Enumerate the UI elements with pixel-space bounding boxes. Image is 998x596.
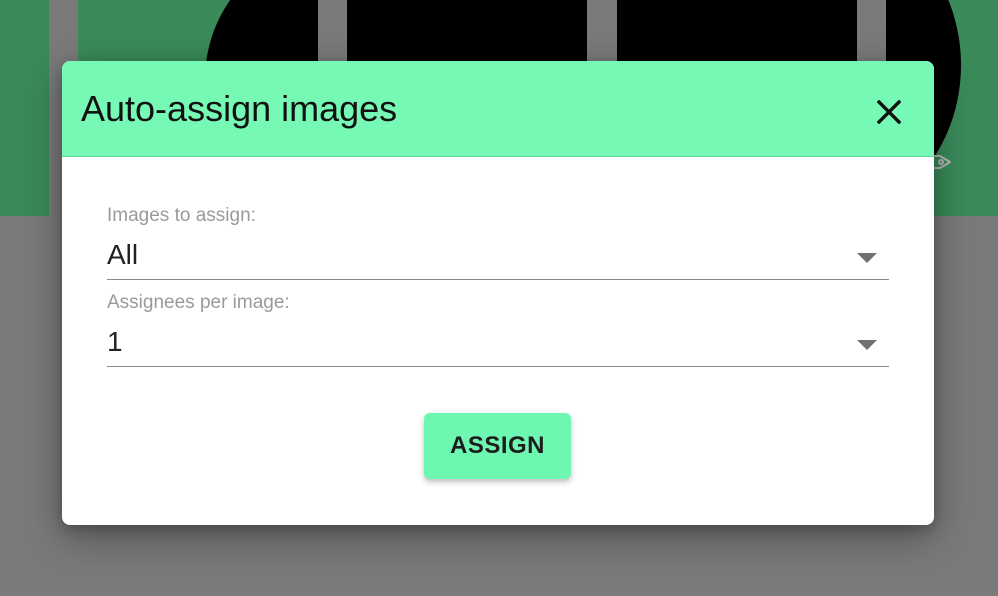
assignees-per-image-select[interactable]: 1 bbox=[107, 320, 889, 367]
close-icon bbox=[877, 100, 901, 124]
app-viewport: Auto-assign images Images to assign: All… bbox=[0, 0, 998, 596]
assign-button[interactable]: ASSIGN bbox=[424, 413, 571, 479]
chevron-down-icon bbox=[857, 253, 877, 263]
dialog-header: Auto-assign images bbox=[62, 61, 934, 157]
close-button[interactable] bbox=[868, 91, 910, 133]
dialog-title: Auto-assign images bbox=[81, 88, 398, 129]
images-to-assign-label: Images to assign: bbox=[107, 205, 256, 226]
chevron-down-icon bbox=[857, 340, 877, 350]
assignees-per-image-value: 1 bbox=[107, 326, 123, 357]
assignees-per-image-label: Assignees per image: bbox=[107, 292, 290, 313]
images-to-assign-select[interactable]: All bbox=[107, 233, 889, 280]
auto-assign-dialog: Auto-assign images Images to assign: All… bbox=[62, 61, 934, 525]
images-to-assign-value: All bbox=[107, 239, 139, 270]
